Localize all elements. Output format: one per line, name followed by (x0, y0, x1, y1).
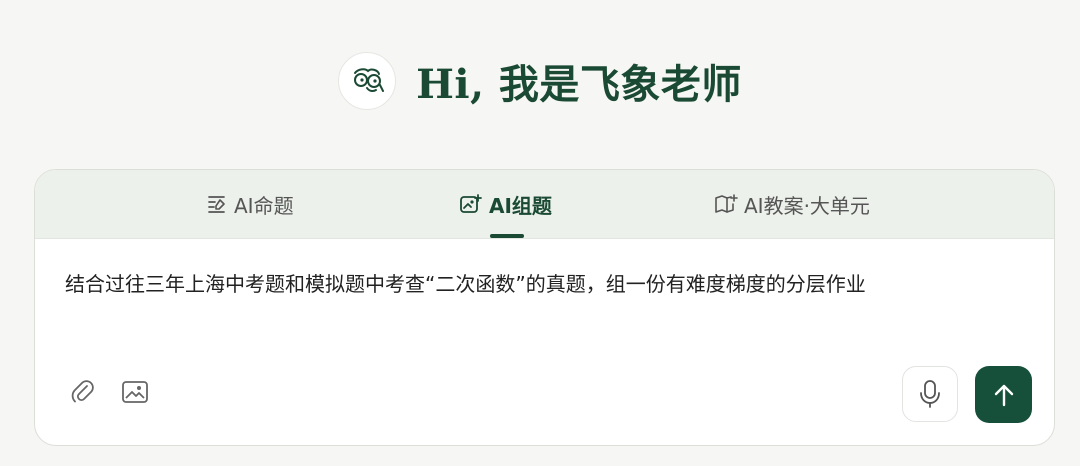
image-edit-icon (460, 194, 482, 213)
send-button[interactable] (975, 366, 1032, 423)
tab-label: AI命题 (234, 193, 294, 218)
teacher-avatar-icon (354, 68, 385, 93)
page-header: Hi, 我是飞象老师 (0, 50, 1080, 112)
prompt-card: AI命题 AI组题 AI教案·大单元 结合过往三年上海中考题和模拟题中考查“二次… (34, 169, 1055, 446)
tab-label: AI教案·大单元 (744, 193, 870, 218)
tab-ai-lesson-plan[interactable]: AI教案·大单元 (714, 170, 870, 238)
attach-button[interactable] (65, 374, 101, 410)
prompt-input[interactable]: 结合过往三年上海中考题和模拟题中考查“二次函数”的真题，组一份有难度梯度的分层作… (65, 268, 1025, 300)
voice-input-button[interactable] (902, 366, 958, 422)
active-tab-indicator (490, 234, 524, 238)
tab-ai-question[interactable]: AI命题 (206, 170, 294, 238)
list-edit-icon (208, 196, 225, 213)
paperclip-icon (71, 380, 94, 403)
microphone-icon (920, 380, 940, 408)
book-icon (715, 194, 738, 213)
avatar (338, 52, 397, 110)
tab-label: AI组题 (489, 193, 552, 218)
arrow-up-icon (994, 384, 1013, 406)
page-title: Hi, 我是飞象老师 (416, 61, 742, 108)
upload-image-button[interactable] (117, 374, 153, 410)
tab-ai-compose[interactable]: AI组题 (459, 170, 552, 238)
mode-tabs: AI命题 AI组题 AI教案·大单元 (35, 170, 1054, 239)
image-icon (122, 381, 148, 403)
